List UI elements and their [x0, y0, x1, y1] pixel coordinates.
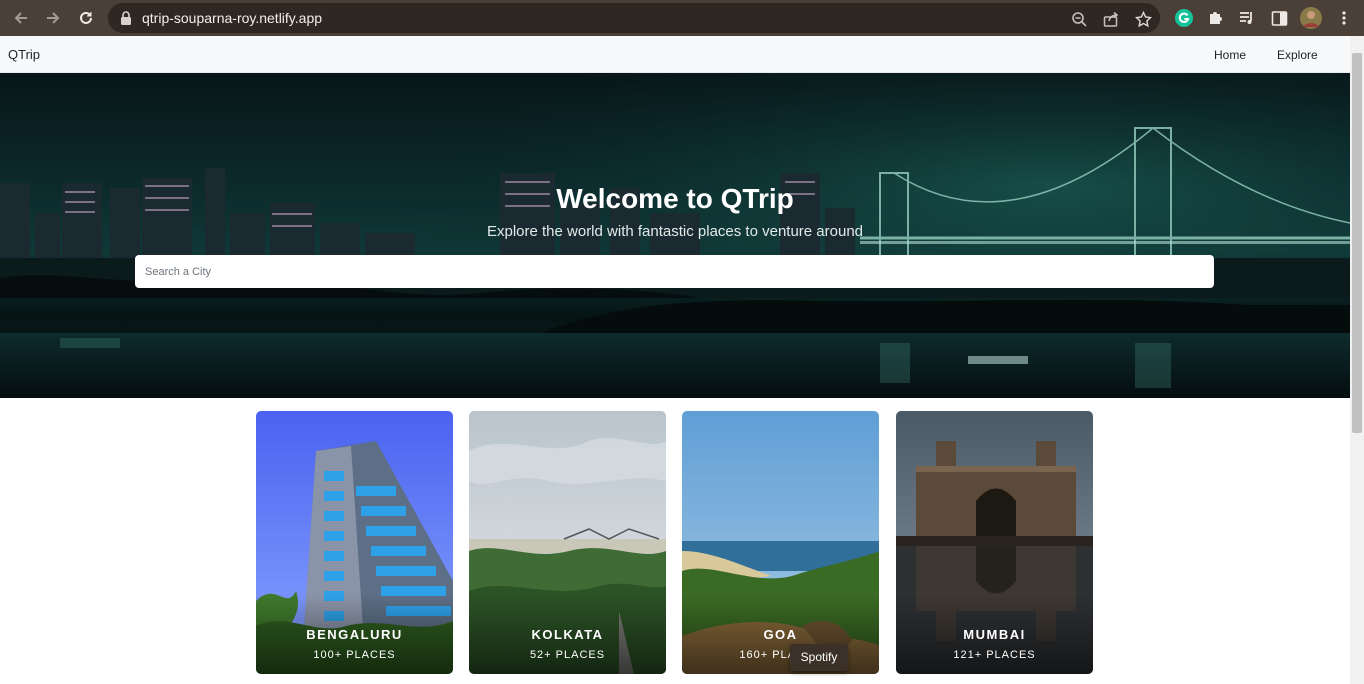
scrollbar-thumb[interactable]: [1352, 53, 1362, 433]
city-card-goa[interactable]: GOA 160+ PLACES: [682, 411, 879, 674]
nav-link-home[interactable]: Home: [1214, 48, 1246, 62]
page-viewport: QTrip Home Explore Welcome to QTrip Expl…: [0, 36, 1350, 684]
forward-arrow-icon[interactable]: [42, 7, 64, 29]
url-text: qtrip-souparna-roy.netlify.app: [142, 10, 323, 26]
city-places-count: 160+ PLACES: [739, 649, 822, 661]
zoom-icon[interactable]: [1070, 10, 1088, 28]
profile-avatar[interactable]: [1300, 7, 1322, 29]
city-places-count: 121+ PLACES: [953, 649, 1036, 661]
city-card-mumbai[interactable]: MUMBAI 121+ PLACES: [896, 411, 1093, 674]
hero-title: Welcome to QTrip: [556, 183, 794, 214]
kebab-menu-icon[interactable]: [1333, 7, 1355, 29]
city-card-kolkata[interactable]: KOLKATA 52+ PLACES: [469, 411, 666, 674]
share-icon[interactable]: [1102, 10, 1120, 28]
page-scrollbar[interactable]: [1350, 36, 1364, 684]
grammarly-icon[interactable]: [1173, 7, 1195, 29]
city-search-input[interactable]: [135, 255, 1214, 288]
browser-toolbar: qtrip-souparna-roy.netlify.app: [0, 0, 1364, 36]
city-name: MUMBAI: [963, 627, 1026, 642]
side-panel-icon[interactable]: [1268, 7, 1290, 29]
bookmark-star-icon[interactable]: [1134, 10, 1152, 28]
spotify-tooltip: Spotify: [790, 644, 848, 671]
site-navbar: QTrip Home Explore: [0, 36, 1350, 73]
brand-logo[interactable]: QTrip: [8, 47, 40, 62]
hero-subtitle: Explore the world with fantastic places …: [486, 223, 864, 240]
reload-icon[interactable]: [75, 7, 97, 29]
city-name: BENGALURU: [306, 627, 403, 642]
back-arrow-icon[interactable]: [10, 7, 32, 29]
nav-link-explore[interactable]: Explore: [1277, 48, 1318, 62]
city-name: GOA: [763, 627, 798, 642]
extensions-puzzle-icon[interactable]: [1205, 7, 1227, 29]
media-control-icon[interactable]: [1236, 7, 1258, 29]
lock-icon: [120, 11, 132, 30]
city-places-count: 52+ PLACES: [529, 649, 606, 661]
city-places-count: 100+ PLACES: [313, 649, 396, 661]
hero-banner: Welcome to QTrip Explore the world with …: [0, 73, 1350, 398]
city-card-bengaluru[interactable]: BENGALURU 100+ PLACES: [256, 411, 453, 674]
city-name: KOLKATA: [531, 627, 604, 642]
address-bar[interactable]: qtrip-souparna-roy.netlify.app: [108, 3, 1160, 33]
